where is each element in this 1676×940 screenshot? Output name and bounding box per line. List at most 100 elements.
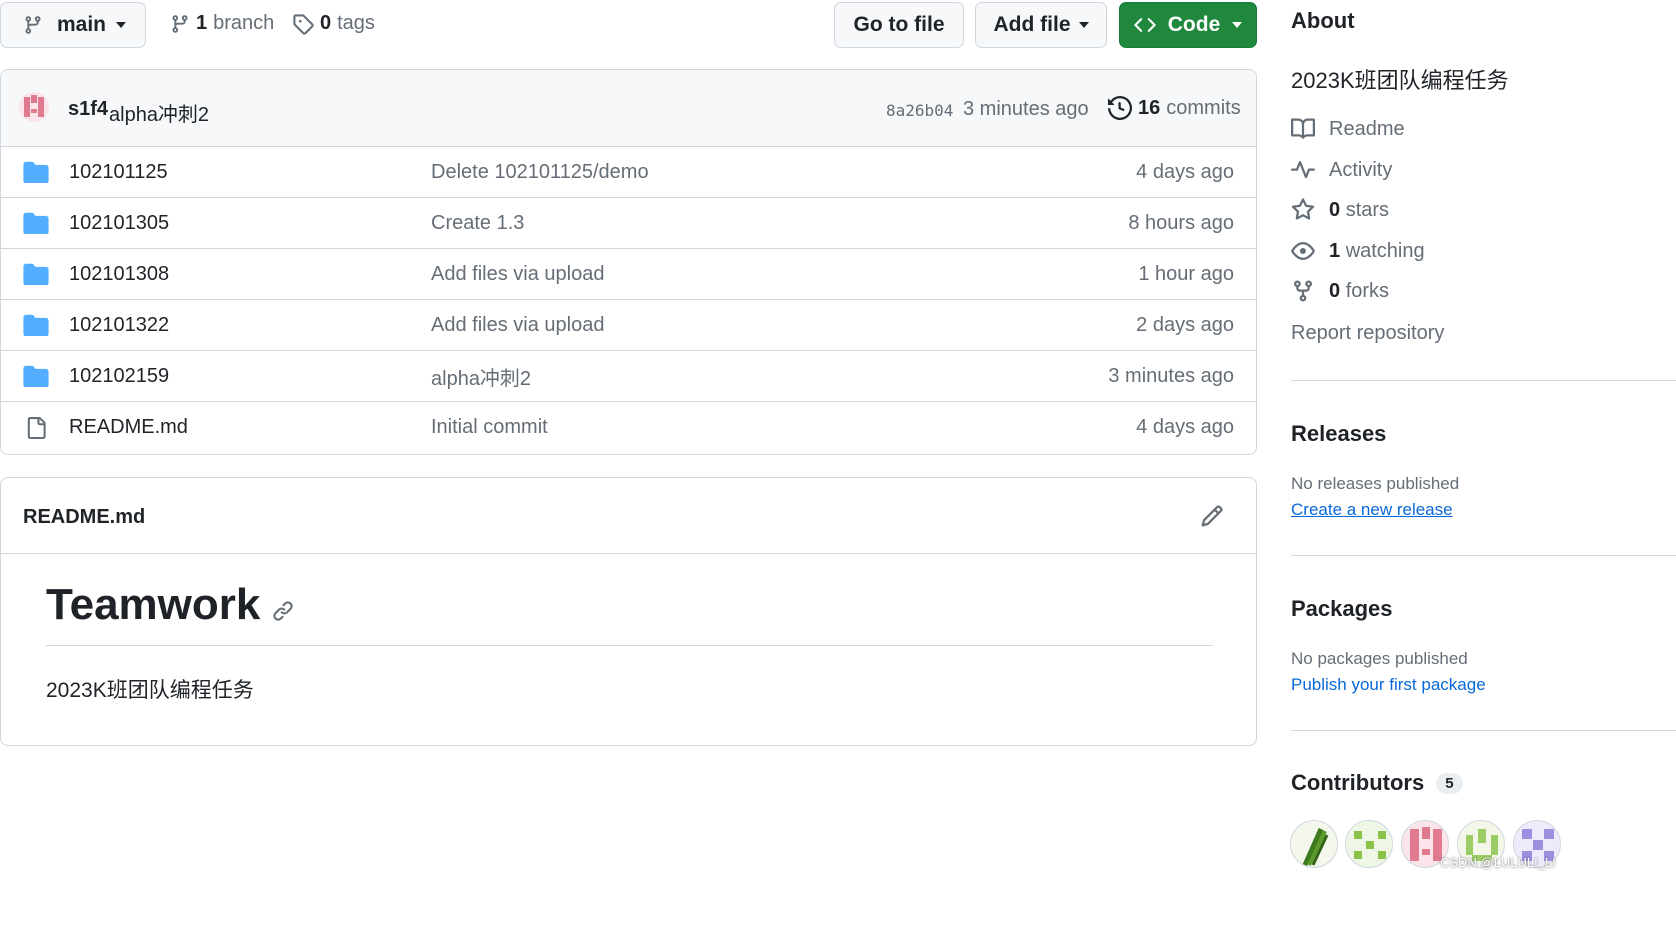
contributor-avatar[interactable] — [1290, 820, 1338, 868]
file-listing: s1f4 alpha冲刺2 8a26b04 3 minutes ago 16 c… — [0, 69, 1257, 455]
add-file-label: Add file — [993, 13, 1071, 36]
file-row[interactable]: 102101308 Add files via upload 1 hour ag… — [1, 248, 1256, 300]
tag-label: tags — [337, 12, 375, 34]
file-name[interactable]: 102101305 — [69, 212, 169, 235]
chevron-down-icon — [116, 22, 127, 28]
packages-title[interactable]: Packages — [1291, 596, 1393, 622]
watching-label: watching — [1345, 239, 1425, 262]
chevron-down-icon — [1232, 22, 1243, 28]
releases-title[interactable]: Releases — [1291, 421, 1386, 447]
file-row[interactable]: 102101305 Create 1.3 8 hours ago — [1, 197, 1256, 249]
code-label: Code — [1167, 13, 1221, 36]
readme-panel: README.md Teamwork 2023K班团队编程任务 — [0, 477, 1257, 746]
commits-label: commits — [1166, 96, 1241, 119]
book-icon — [1291, 118, 1315, 139]
publish-package-link[interactable]: Publish your first package — [1291, 675, 1486, 695]
sidebar-divider — [1291, 555, 1676, 556]
pulse-icon — [1291, 161, 1315, 179]
star-icon — [1291, 198, 1315, 220]
folder-icon — [23, 365, 49, 387]
forks-link[interactable]: 0 forks — [1291, 279, 1389, 303]
commit-author[interactable]: s1f4 — [68, 98, 108, 121]
create-release-link[interactable]: Create a new release — [1291, 500, 1453, 520]
contributors-count-badge: 5 — [1436, 772, 1463, 794]
file-commit-message[interactable]: Add files via upload — [431, 263, 604, 286]
tag-count: 0 — [320, 12, 332, 34]
asparagus-avatar-icon — [1302, 827, 1329, 867]
readme-link[interactable]: Readme — [1291, 117, 1405, 141]
stars-label: stars — [1345, 198, 1390, 221]
contributor-avatar[interactable] — [1345, 820, 1393, 868]
fork-icon — [1294, 280, 1312, 302]
activity-link[interactable]: Activity — [1291, 158, 1392, 182]
file-commit-message[interactable]: alpha冲刺2 — [431, 362, 531, 391]
file-commit-message[interactable]: Create 1.3 — [431, 212, 524, 235]
readme-heading: Teamwork — [46, 580, 294, 630]
git-branch-icon — [25, 16, 41, 34]
folder-icon — [23, 314, 49, 336]
author-avatar-icon[interactable] — [19, 92, 49, 122]
report-repository-link[interactable]: Report repository — [1291, 322, 1444, 345]
folder-icon — [23, 263, 49, 285]
file-name[interactable]: README.md — [69, 416, 188, 439]
sidebar-divider — [1291, 380, 1676, 381]
branch-selector-button[interactable]: main — [0, 2, 146, 48]
forks-label: forks — [1345, 279, 1390, 302]
activity-link-label: Activity — [1329, 158, 1393, 181]
file-age: 1 hour ago — [1138, 263, 1234, 285]
file-row[interactable]: 102101125 Delete 102101125/demo 4 days a… — [1, 146, 1256, 198]
code-button[interactable]: Code — [1119, 2, 1257, 48]
file-age: 2 days ago — [1136, 314, 1234, 336]
commit-hash[interactable]: 8a26b04 — [886, 101, 953, 120]
tags-link[interactable]: 0 tags — [292, 12, 375, 35]
file-commit-message[interactable]: Initial commit — [431, 416, 548, 439]
code-icon — [1134, 18, 1156, 32]
go-to-file-button[interactable]: Go to file — [834, 2, 964, 48]
pencil-icon[interactable] — [1200, 504, 1224, 528]
commits-history-link[interactable]: 16 commits — [1108, 96, 1241, 120]
commit-message[interactable]: alpha冲刺2 — [109, 98, 209, 127]
contributors-title: Contributors — [1291, 770, 1425, 795]
about-description: 2023K班团队编程任务 — [1291, 68, 1509, 93]
add-file-button[interactable]: Add file — [975, 2, 1107, 48]
file-name[interactable]: 102101308 — [69, 263, 169, 286]
file-commit-message[interactable]: Add files via upload — [431, 314, 604, 337]
readme-heading-divider — [46, 645, 1213, 646]
file-name[interactable]: 102101125 — [69, 161, 168, 184]
branch-name: main — [57, 13, 107, 36]
file-age: 4 days ago — [1136, 416, 1234, 438]
file-name[interactable]: 102101322 — [69, 314, 169, 337]
readme-heading-text: Teamwork — [46, 580, 261, 629]
releases-empty-text: No releases published — [1291, 474, 1460, 493]
packages-empty-text: No packages published — [1291, 649, 1468, 668]
file-age: 3 minutes ago — [1108, 365, 1234, 387]
readme-filename[interactable]: README.md — [23, 506, 145, 529]
file-icon — [27, 417, 46, 439]
file-row[interactable]: README.md Initial commit 4 days ago — [1, 401, 1256, 453]
sidebar-divider — [1291, 730, 1676, 731]
commit-time: 3 minutes ago — [963, 98, 1089, 120]
file-name[interactable]: 102102159 — [69, 365, 169, 388]
history-icon — [1108, 96, 1132, 120]
watching-count: 1 — [1329, 239, 1341, 262]
branch-count: 1 — [196, 12, 208, 34]
link-icon[interactable] — [272, 600, 294, 622]
go-to-file-label: Go to file — [853, 13, 945, 36]
git-branch-icon — [172, 14, 188, 33]
readme-header-divider — [1, 553, 1256, 554]
watermark: CSDN @LULULI_LI — [1440, 855, 1556, 870]
file-row[interactable]: 102102159 alpha冲刺2 3 minutes ago — [1, 350, 1256, 402]
identicon-green-icon — [1354, 831, 1386, 859]
about-title: About — [1291, 8, 1355, 33]
file-row[interactable]: 102101322 Add files via upload 2 days ag… — [1, 299, 1256, 351]
readme-link-label: Readme — [1329, 117, 1405, 140]
commits-count: 16 — [1138, 96, 1161, 119]
file-commit-message[interactable]: Delete 102101125/demo — [431, 161, 649, 184]
stars-count: 0 — [1329, 198, 1341, 221]
folder-icon — [23, 161, 49, 183]
contributors-header[interactable]: Contributors 5 — [1291, 770, 1463, 796]
watching-link[interactable]: 1 watching — [1291, 239, 1425, 263]
folder-icon — [23, 212, 49, 234]
stars-link[interactable]: 0 stars — [1291, 198, 1389, 222]
branch-count-link[interactable]: 1 branch — [170, 12, 274, 35]
